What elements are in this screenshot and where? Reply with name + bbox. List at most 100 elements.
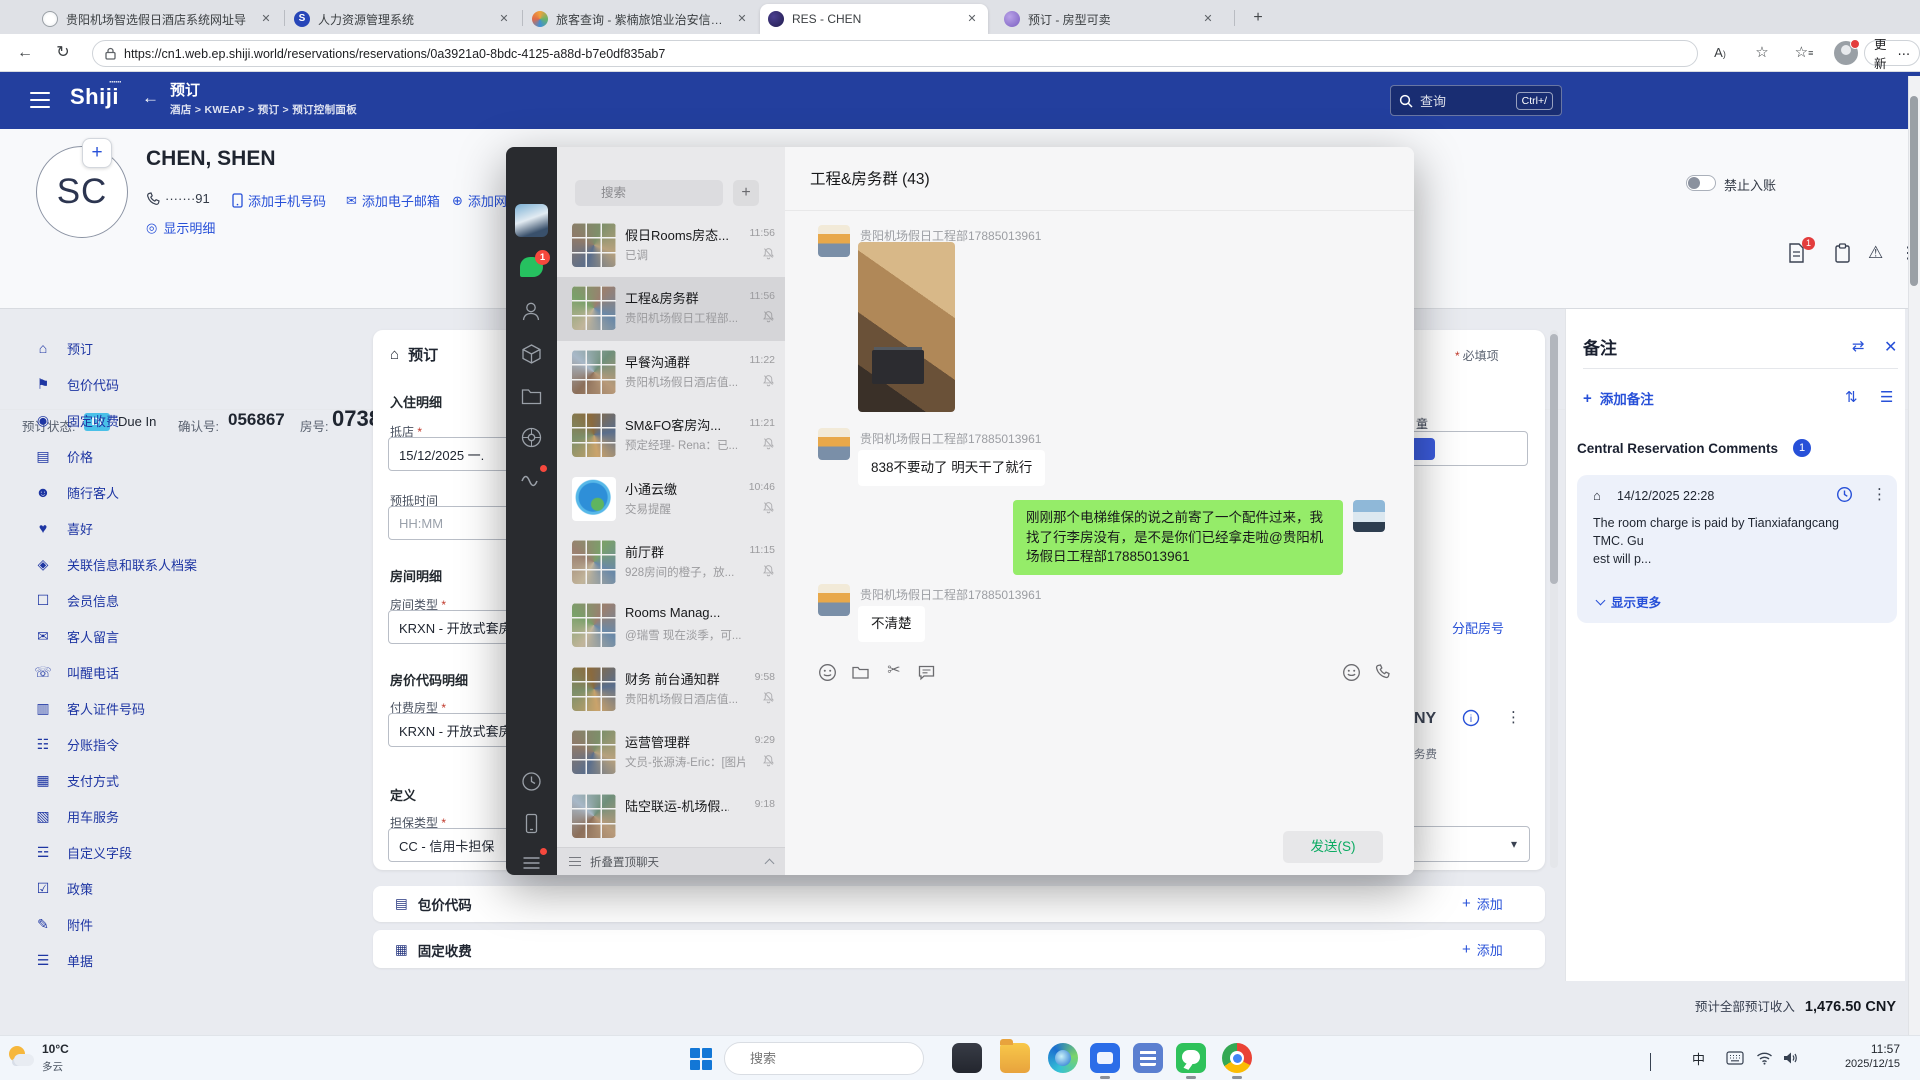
comment-kebab-icon[interactable]: ⋮ (1872, 485, 1887, 503)
taskbar-date[interactable]: 2025/12/15 (1845, 1058, 1900, 1070)
expand-notes-icon[interactable]: ⇄ (1852, 337, 1865, 355)
message-image[interactable] (858, 242, 955, 412)
sender-avatar[interactable] (818, 225, 850, 257)
sidebar-item-guest-messages[interactable]: ✉客人留言 (0, 618, 373, 654)
document-badge-icon[interactable]: 1 (1788, 243, 1808, 265)
comment-history-icon[interactable] (1836, 486, 1853, 503)
chat-item-breakfast[interactable]: 早餐沟通群 11:22 贵阳机场假日酒店值... (557, 341, 785, 404)
sort-notes-icon[interactable]: ⇅ (1845, 388, 1858, 406)
form-scrollbar-thumb[interactable] (1550, 334, 1558, 584)
browser-tab-active[interactable]: RES - CHEN (760, 4, 988, 34)
wecom-moments-icon[interactable] (519, 425, 544, 450)
add-package-button[interactable]: 添加 (1462, 894, 1503, 913)
info-icon[interactable]: i (1462, 709, 1480, 727)
tray-chevron-icon[interactable] (1650, 1053, 1651, 1071)
taskbar-app-wechat[interactable] (1176, 1043, 1206, 1073)
sidebar-item-rates[interactable]: ▤价格 (0, 438, 373, 474)
wifi-icon[interactable] (1756, 1051, 1773, 1065)
chat-item-xiaotong[interactable]: 小通云缴 10:46 交易提醒 (557, 468, 785, 531)
file-icon[interactable] (851, 663, 871, 683)
weather-icon[interactable] (8, 1044, 36, 1072)
self-avatar[interactable] (1353, 500, 1385, 532)
children-input-fragment[interactable] (1406, 431, 1528, 466)
chat-item-rooms-manag[interactable]: Rooms Manag... @瑞雪 现在淡季，可... (557, 594, 785, 657)
collections-icon[interactable]: ☆≡ (1792, 41, 1816, 65)
emoji-icon[interactable] (818, 663, 838, 683)
close-tab-icon[interactable] (964, 11, 980, 27)
wecom-channel-icon[interactable] (519, 467, 544, 492)
taskbar-time[interactable]: 11:57 (1871, 1042, 1900, 1056)
clipboard-icon[interactable] (1834, 243, 1854, 265)
sidebar-item-linked-profiles[interactable]: ◈关联信息和联系人档案 (0, 546, 373, 582)
keyboard-icon[interactable] (1726, 1051, 1744, 1065)
sidebar-item-custom-fields[interactable]: ☲自定义字段 (0, 834, 373, 870)
close-tab-icon[interactable] (258, 11, 274, 27)
browser-update-button[interactable]: 更新 ⋯ (1864, 40, 1920, 66)
show-details-link[interactable]: ◎ 显示明细 (146, 218, 215, 237)
hamburger-menu-icon[interactable] (28, 88, 52, 112)
browser-tab-3[interactable]: 旅客查询 - 紫楠旅馆业治安信息管 (524, 4, 758, 34)
sent-message[interactable]: 刚刚那个电梯维保的说之前寄了一个配件过来，我找了行李房没有，是不是你们已经拿走啦… (1013, 500, 1343, 575)
chat-item-operations[interactable]: 运营管理群 9:29 文员-张源涛-Eric：[图片] (557, 721, 785, 784)
received-message[interactable]: 不清楚 (858, 606, 925, 642)
breadcrumb[interactable]: 酒店 > KWEAP > 预订 > 预订控制面板 (170, 102, 357, 117)
no-post-toggle[interactable] (1686, 175, 1716, 191)
chat-item-engineering[interactable]: 工程&房务群 11:56 贵阳机场假日工程部... (557, 277, 785, 340)
add-email-link[interactable]: ✉ 添加电子邮箱 (346, 191, 440, 210)
taskbar-app-terminal[interactable] (952, 1043, 982, 1073)
screenshot-scissors-icon[interactable]: ✂ (884, 661, 904, 681)
sidebar-item-guest-id[interactable]: ▥客人证件号码 (0, 690, 373, 726)
back-icon[interactable]: ← (14, 42, 36, 64)
close-tab-icon[interactable] (734, 11, 750, 27)
package-codes-bar[interactable] (373, 886, 1545, 922)
sidebar-item-preferences[interactable]: ♥喜好 (0, 510, 373, 546)
chat-item-smfo[interactable]: SM&FO客房沟... 11:21 预定经理- Rena：已... (557, 404, 785, 467)
call-icon[interactable] (1375, 663, 1395, 683)
page-scrollbar-thumb[interactable] (1910, 96, 1918, 286)
rate-kebab-icon[interactable]: ⋮ (1506, 708, 1521, 726)
browser-tab-2[interactable]: 人力资源管理系统 (286, 4, 520, 34)
collapse-pinned-bar[interactable]: 折叠置顶聊天 (557, 847, 785, 875)
warning-icon[interactable]: ⚠ (1868, 243, 1888, 265)
global-search[interactable]: 查询 Ctrl+/ (1390, 85, 1562, 116)
taskbar-app-edge[interactable] (1048, 1043, 1078, 1073)
sidebar-item-package-codes[interactable]: ⚑包价代码 (0, 366, 373, 402)
sender-avatar[interactable] (818, 428, 850, 460)
weather-desc[interactable]: 多云 (42, 1059, 63, 1074)
close-tab-icon[interactable] (496, 11, 512, 27)
chat-item-land-air[interactable]: 陆空联运-机场假... 9:18 (557, 785, 785, 848)
wecom-profile-avatar[interactable] (515, 204, 548, 237)
received-message[interactable]: 838不要动了 明天干了就行 (858, 450, 1045, 486)
new-chat-button[interactable] (733, 180, 759, 206)
add-guest-photo-button[interactable]: + (82, 138, 112, 168)
sidebar-item-routing[interactable]: ☷分账指令 (0, 726, 373, 762)
wecom-more-icon[interactable] (519, 850, 544, 875)
close-tab-icon[interactable] (1200, 11, 1216, 27)
sidebar-item-policies[interactable]: ☑政策 (0, 870, 373, 906)
sidebar-item-payment-methods[interactable]: ▦支付方式 (0, 762, 373, 798)
browser-tab-1[interactable]: 贵阳机场智选假日酒店系统网址导 (34, 4, 282, 34)
send-button[interactable]: 发送(S) (1283, 831, 1383, 863)
customer-emoji-icon[interactable] (1342, 663, 1362, 683)
add-phone-link[interactable]: 添加手机号码 (232, 191, 326, 210)
ime-indicator[interactable]: 中 (1692, 1049, 1705, 1068)
fixed-charges-bar[interactable] (373, 930, 1545, 968)
taskbar-search[interactable] (724, 1042, 924, 1075)
sidebar-item-transportation[interactable]: ▧用车服务 (0, 798, 373, 834)
sidebar-item-folios[interactable]: ☰单据 (0, 942, 373, 978)
add-fixed-charge-button[interactable]: 添加 (1462, 940, 1503, 959)
taskbar-app-explorer[interactable] (1000, 1043, 1030, 1073)
wecom-docs-icon[interactable] (519, 384, 544, 409)
wecom-meeting-icon[interactable] (519, 769, 544, 794)
sidebar-item-fixed-charges[interactable]: ◉固定收费 (0, 402, 373, 438)
chat-item-rooms-status[interactable]: 假日Rooms房态... 11:56 已调 (557, 214, 785, 277)
favorite-star-icon[interactable]: ☆ (1750, 41, 1774, 65)
start-button[interactable] (690, 1048, 712, 1070)
taskbar-search-input[interactable] (748, 1050, 928, 1067)
browser-menu-icon[interactable]: ⋯ (1898, 46, 1911, 61)
sidebar-item-wake-up-call[interactable]: ☏叫醒电话 (0, 654, 373, 690)
sender-avatar[interactable] (818, 584, 850, 616)
app-back-icon[interactable]: ← (142, 88, 159, 108)
weather-temp[interactable]: 10°C (42, 1042, 69, 1056)
sidebar-item-reservation[interactable]: ⌂预订 (0, 330, 373, 366)
